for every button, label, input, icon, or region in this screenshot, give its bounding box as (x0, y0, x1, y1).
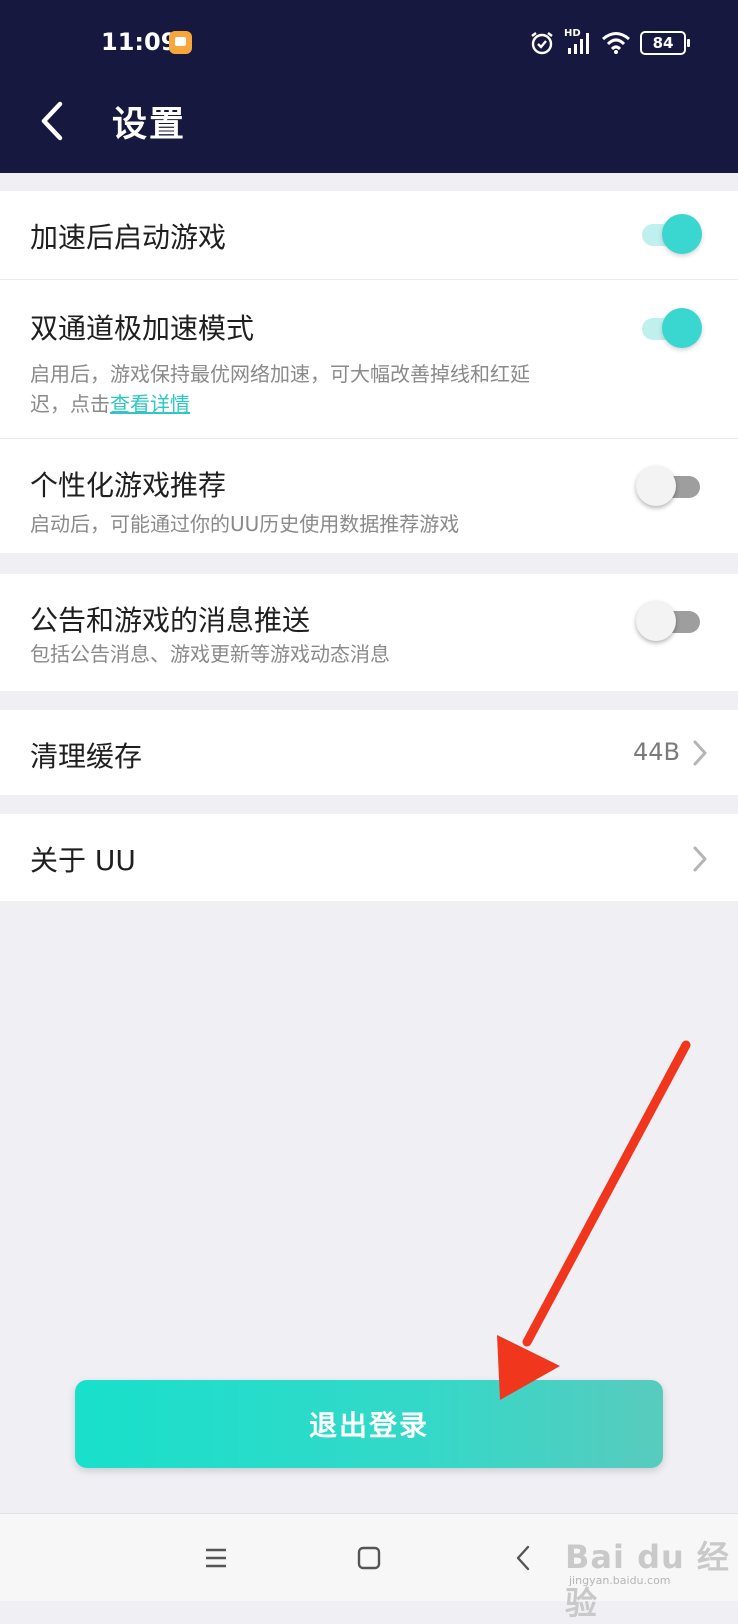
personalized-recommendation-toggle[interactable] (636, 466, 700, 508)
status-time: 11:09 (101, 28, 178, 56)
chevron-right-icon (693, 740, 707, 766)
settings-group-acceleration: 加速后启动游戏 双通道极加速模式 启用后，游戏保持最优网络加速，可大幅改善掉线和… (0, 191, 738, 553)
wifi-icon (602, 32, 630, 54)
setting-description: 启动后，可能通过你的UU历史使用数据推荐游戏 (30, 512, 460, 536)
signal-icon: HD (564, 28, 592, 56)
push-notifications-toggle[interactable] (636, 601, 700, 643)
setting-title: 个性化游戏推荐 (30, 469, 227, 502)
setting-title: 双通道极加速模式 (30, 312, 255, 345)
back-nav-icon[interactable] (506, 1540, 542, 1576)
setting-push-notifications[interactable]: 公告和游戏的消息推送 包括公告消息、游戏更新等游戏动态消息 (0, 574, 738, 691)
setting-title: 关于 UU (30, 844, 136, 877)
setting-launch-after-accel[interactable]: 加速后启动游戏 (0, 191, 738, 280)
description-line-1: 启用后，游戏保持最优网络加速，可大幅改善掉线和红延 (30, 362, 530, 386)
message-notification-icon (169, 31, 192, 54)
page-title: 设置 (112, 105, 187, 145)
toggle-knob (662, 308, 702, 348)
setting-about-uu[interactable]: 关于 UU (0, 814, 738, 901)
chevron-right-icon (693, 846, 707, 872)
setting-description: 启用后，游戏保持最优网络加速，可大幅改善掉线和红延 迟，点击查看详情 (30, 359, 590, 419)
status-icons: HD 84 (529, 28, 690, 56)
back-button[interactable] (34, 96, 74, 146)
toggle-knob (636, 601, 676, 641)
settings-group-about: 关于 UU (0, 814, 738, 901)
watermark-url: jingyan.baidu.com (569, 1574, 671, 1587)
settings-group-notifications: 公告和游戏的消息推送 包括公告消息、游戏更新等游戏动态消息 (0, 574, 738, 691)
settings-group-cache: 清理缓存 44B (0, 710, 738, 795)
setting-title: 加速后启动游戏 (30, 221, 227, 254)
toggle-knob (662, 214, 702, 254)
logout-button[interactable]: 退出登录 (75, 1380, 663, 1468)
home-icon[interactable] (351, 1540, 387, 1576)
menu-icon[interactable] (198, 1540, 234, 1576)
launch-after-accel-toggle[interactable] (642, 214, 702, 256)
alarm-icon (531, 32, 553, 55)
view-details-link[interactable]: 查看详情 (110, 392, 190, 416)
status-bar: 11:09 HD 84 (0, 0, 738, 86)
dual-channel-toggle[interactable] (642, 308, 702, 350)
description-line-2: 迟，点击 (30, 392, 110, 416)
logout-label: 退出登录 (308, 1409, 429, 1442)
setting-title: 公告和游戏的消息推送 (30, 604, 311, 637)
toggle-knob (636, 466, 676, 506)
setting-personalized-recommendation[interactable]: 个性化游戏推荐 启动后，可能通过你的UU历史使用数据推荐游戏 (0, 439, 738, 553)
setting-title: 清理缓存 (30, 740, 143, 773)
cache-size-value: 44B (632, 738, 680, 766)
system-navigation-bar: Bai du 经验 jingyan.baidu.com (0, 1513, 738, 1622)
baidu-watermark: Bai du 经验 jingyan.baidu.com (565, 1532, 730, 1622)
battery-indicator: 84 (640, 31, 690, 55)
setting-clear-cache[interactable]: 清理缓存 44B (0, 710, 738, 795)
setting-description: 包括公告消息、游戏更新等游戏动态消息 (30, 642, 390, 666)
setting-dual-channel[interactable]: 双通道极加速模式 启用后，游戏保持最优网络加速，可大幅改善掉线和红延 迟，点击查… (0, 280, 738, 439)
app-header: 11:09 HD 84 设置 (0, 0, 738, 173)
